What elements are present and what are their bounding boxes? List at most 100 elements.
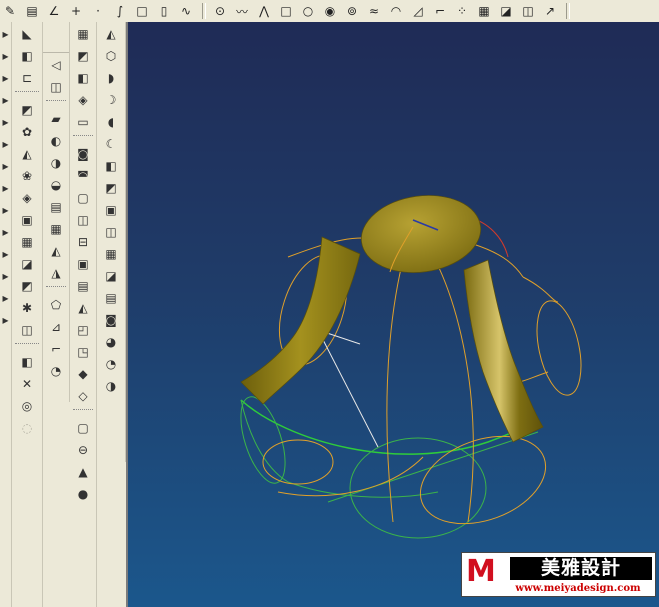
solid-icon[interactable]: ◔ [101, 354, 121, 374]
sweep-icon[interactable]: ▤ [46, 197, 66, 217]
edit-icon[interactable]: ▭ [73, 112, 93, 132]
tool-icon[interactable]: ▸ [1, 200, 11, 220]
sweep-icon[interactable]: ▰ [46, 109, 66, 129]
tool-icon[interactable]: ▸ [1, 156, 11, 176]
sweep-icon[interactable]: ◔ [46, 361, 66, 381]
surface-icon[interactable]: ◪ [17, 254, 37, 274]
surface-icon[interactable]: ✕ [17, 374, 37, 394]
edit-icon[interactable]: ◳ [73, 342, 93, 362]
dot-icon[interactable]: · [88, 2, 108, 20]
surface-icon[interactable]: ✱ [17, 298, 37, 318]
node-icon[interactable]: ⋀ [254, 2, 274, 20]
solid-icon[interactable]: ◭ [101, 24, 121, 44]
surface-icon[interactable]: ◧ [17, 46, 37, 66]
palette-grip[interactable] [73, 135, 93, 142]
polyline-icon[interactable]: 〰 [232, 2, 252, 20]
sweep-icon[interactable]: ◑ [46, 153, 66, 173]
page-icon[interactable]: ▯ [154, 2, 174, 20]
edit-icon[interactable]: ◫ [73, 210, 93, 230]
sweep-icon[interactable]: ◐ [46, 131, 66, 151]
edit-icon[interactable]: ▤ [73, 276, 93, 296]
sweep-icon[interactable]: ◭ [46, 241, 66, 261]
solid-icon[interactable]: ◗ [101, 68, 121, 88]
tool-icon[interactable]: ▸ [1, 112, 11, 132]
sweep-icon[interactable]: ⊿ [46, 317, 66, 337]
corner-icon[interactable]: ⌐ [430, 2, 450, 20]
sweep-icon[interactable]: ◮ [46, 263, 66, 283]
palette-grip[interactable] [15, 343, 39, 350]
surface-icon[interactable]: ◩ [17, 276, 37, 296]
cubes-icon[interactable]: ◫ [518, 2, 538, 20]
sweep-icon[interactable]: ▦ [46, 219, 66, 239]
grid-icon[interactable]: ▦ [474, 2, 494, 20]
surface-icon[interactable]: ◫ [17, 320, 37, 340]
tool-icon[interactable]: ▸ [1, 178, 11, 198]
curve-icon[interactable]: ∿ [176, 2, 196, 20]
surface-icon[interactable]: ✿ [17, 122, 37, 142]
sweep-icon[interactable]: ⌐ [46, 339, 66, 359]
solid-icon[interactable]: ▦ [101, 244, 121, 264]
solid-icon[interactable]: ◙ [101, 310, 121, 330]
wave-icon[interactable]: ≈ [364, 2, 384, 20]
solid-icon[interactable]: ☽ [101, 90, 121, 110]
sweep-icon[interactable]: ⬠ [46, 295, 66, 315]
surface-icon[interactable]: ◈ [17, 188, 37, 208]
solid-icon[interactable]: ▤ [101, 288, 121, 308]
tool-icon[interactable]: ▸ [1, 68, 11, 88]
tool-icon[interactable]: ▸ [1, 288, 11, 308]
sphere-icon[interactable]: ● [73, 484, 93, 504]
edit-icon[interactable]: ◚ [73, 166, 93, 186]
solid-icon[interactable]: ◑ [101, 376, 121, 396]
3d-viewport[interactable] [126, 22, 659, 607]
edit-icon[interactable]: ◩ [73, 46, 93, 66]
chamfer-icon[interactable]: ◿ [408, 2, 428, 20]
surface-icon[interactable]: ❀ [17, 166, 37, 186]
notepad-icon[interactable]: ▤ [22, 2, 42, 20]
point-icon[interactable]: ⊙ [210, 2, 230, 20]
cube-icon[interactable]: ◪ [496, 2, 516, 20]
palette-grip[interactable] [73, 409, 93, 416]
solid-icon[interactable]: ◫ [101, 222, 121, 242]
edit-icon[interactable]: ▦ [73, 24, 93, 44]
cone-icon[interactable]: ▲ [73, 462, 93, 482]
plus-icon[interactable]: + [66, 2, 86, 20]
tool-icon[interactable]: ▸ [1, 24, 11, 44]
surface-icon[interactable]: ◧ [17, 352, 37, 372]
sweep-icon[interactable]: ◒ [46, 175, 66, 195]
sweep-icon[interactable]: ◁ [46, 55, 66, 75]
fillet-icon[interactable]: ◠ [386, 2, 406, 20]
surface-icon[interactable]: ◣ [17, 24, 37, 44]
edit-icon[interactable]: ⊟ [73, 232, 93, 252]
angle-icon[interactable]: ∠ [44, 2, 64, 20]
helix-icon[interactable]: ⊚ [342, 2, 362, 20]
solid-icon[interactable]: ◖ [101, 112, 121, 132]
palette-grip[interactable] [46, 100, 66, 107]
edit-icon[interactable]: ◧ [73, 68, 93, 88]
solid-icon[interactable]: ◧ [101, 156, 121, 176]
tool-icon[interactable]: ▸ [1, 46, 11, 66]
palette-grip[interactable] [15, 91, 39, 98]
scatter-icon[interactable]: ⁘ [452, 2, 472, 20]
arrow-icon[interactable]: ↗ [540, 2, 560, 20]
solid-icon[interactable]: ◕ [101, 332, 121, 352]
surface-icon[interactable]: ⊏ [17, 68, 37, 88]
spline-icon[interactable]: ∫ [110, 2, 130, 20]
tool-icon[interactable]: ▸ [1, 222, 11, 242]
solid-icon[interactable]: ◪ [101, 266, 121, 286]
box-icon[interactable]: ▢ [73, 418, 93, 438]
solid-icon[interactable]: ☾ [101, 134, 121, 154]
solid-icon[interactable]: ◩ [101, 178, 121, 198]
edit-icon[interactable]: ▢ [73, 188, 93, 208]
circle-dot-icon[interactable]: ◉ [320, 2, 340, 20]
edit-icon[interactable]: ▣ [73, 254, 93, 274]
surface-icon[interactable]: ◎ [17, 396, 37, 416]
circle-icon[interactable]: ○ [298, 2, 318, 20]
edit-icon[interactable]: ◆ [73, 364, 93, 384]
tool-icon[interactable]: ▸ [1, 244, 11, 264]
tool-icon[interactable]: ▸ [1, 310, 11, 330]
solid-icon[interactable]: ▣ [101, 200, 121, 220]
surface-icon[interactable]: ◩ [17, 100, 37, 120]
square-icon[interactable]: □ [132, 2, 152, 20]
edit-icon[interactable]: ◭ [73, 298, 93, 318]
sweep-icon[interactable]: ◫ [46, 77, 66, 97]
